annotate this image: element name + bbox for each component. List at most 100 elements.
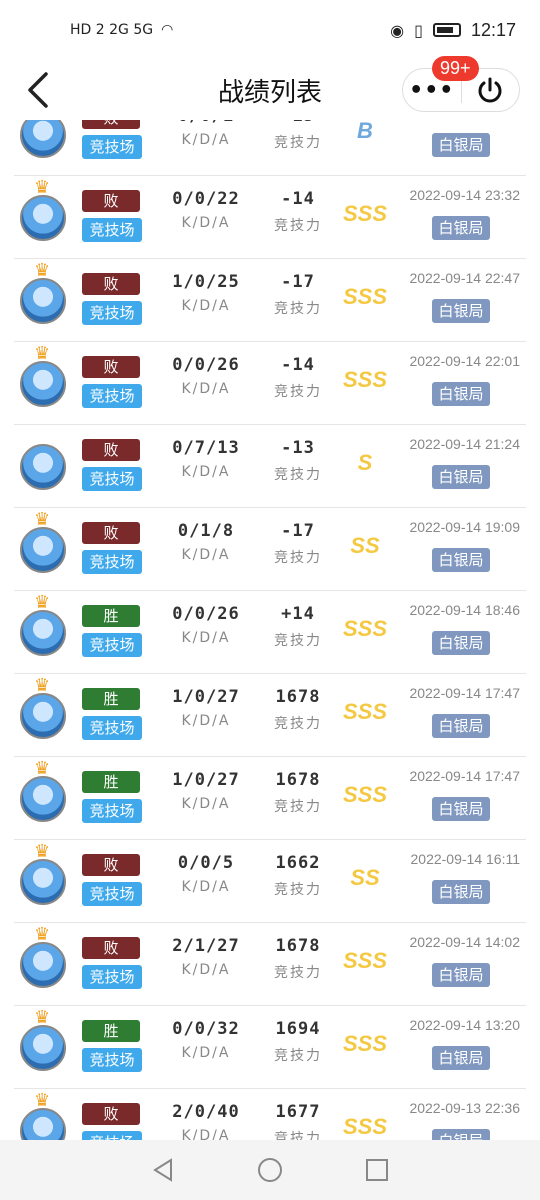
score-value: -14: [281, 189, 315, 209]
grade-badge: SSS: [342, 616, 388, 641]
score-value: 1678: [275, 770, 321, 790]
network-indicators-text: HD 2 2G 5G: [70, 22, 154, 38]
score-label: 竞技力: [274, 550, 322, 566]
match-row[interactable]: ♛ 胜竞技场 1/0/27 K/D/A 1678 竞技力 SSS 2022-09-14 17:…: [14, 756, 526, 840]
result-tag: 胜: [82, 688, 140, 710]
rank-tag: 白银局: [432, 714, 490, 738]
result-tag: 败: [82, 273, 140, 295]
match-date: 2022-09-14 13:20: [409, 1017, 520, 1033]
result-tag: 败: [82, 522, 140, 544]
kda-value: 2/1/27: [172, 936, 240, 956]
kda-value: 0/0/32: [172, 1019, 240, 1039]
match-row[interactable]: 败竞技场0/0/1K/D/A-15竞技力B2022-09-14 23:51白银局: [14, 120, 526, 176]
nav-recents-button[interactable]: [357, 1150, 397, 1190]
nav-home-button[interactable]: [250, 1150, 290, 1190]
power-icon: [478, 77, 502, 103]
rank-tag: 白银局: [432, 880, 490, 904]
rank-tag: 白银局: [432, 963, 490, 987]
score-label: 竞技力: [274, 633, 322, 649]
kda-label: K/D/A: [181, 132, 231, 148]
system-nav-bar: [0, 1140, 540, 1200]
score-value: 1694: [275, 1019, 321, 1039]
match-row[interactable]: ♛ 败竞技场 0/0/22 K/D/A -14 竞技力 SSS 2022-09-14 23:3…: [14, 175, 526, 259]
kda-value: 0/0/1: [164, 120, 248, 126]
kda-value: 0/0/26: [172, 355, 240, 375]
kda-value: 0/0/5: [177, 853, 235, 873]
grade-badge: S: [357, 450, 373, 475]
avatar: [20, 195, 66, 241]
crown-icon: ♛: [34, 675, 51, 696]
score-value: -15: [258, 120, 338, 126]
crown-icon: ♛: [34, 758, 51, 779]
rank-tag: 白银局: [432, 1046, 490, 1070]
crown-icon: ♛: [34, 509, 51, 530]
match-row[interactable]: ♛ 败竞技场 1/0/25 K/D/A -17 竞技力 SSS 2022-09-14 22:4…: [14, 258, 526, 342]
page-header: 战绩列表 ••• 99+: [0, 56, 540, 120]
rank-tag: 白银局: [432, 382, 490, 406]
match-row[interactable]: ♛ 败竞技场 2/0/40 K/D/A 1677 竞技力 SSS 2022-09-13 22:…: [14, 1088, 526, 1140]
kda-label: K/D/A: [181, 962, 231, 978]
match-row[interactable]: ♛ 胜竞技场 0/0/32 K/D/A 1694 竞技力 SSS 2022-09-14 13:…: [14, 1005, 526, 1089]
kda-label: K/D/A: [181, 630, 231, 646]
match-row[interactable]: ♛ 胜竞技场 1/0/27 K/D/A 1678 竞技力 SSS 2022-09-14 17:…: [14, 673, 526, 757]
nav-back-button[interactable]: [143, 1150, 183, 1190]
kda-label: K/D/A: [181, 1128, 231, 1140]
match-row[interactable]: ♛ 败竞技场 2/1/27 K/D/A 1678 竞技力 SSS 2022-09-14 14:…: [14, 922, 526, 1006]
rank-tag: 白银局: [432, 548, 490, 572]
avatar: [20, 527, 66, 573]
score-value: 1678: [275, 687, 321, 707]
kda-value: 2/0/40: [172, 1102, 240, 1122]
mode-tag: 竞技场: [82, 135, 142, 159]
grade-badge: SSS: [342, 782, 388, 807]
score-label: 竞技力: [274, 965, 322, 981]
crown-icon: ♛: [34, 1090, 51, 1111]
status-right: ◉ ▯ 12:17: [390, 20, 516, 41]
avatar: [20, 610, 66, 656]
rank-tag: 白银局: [432, 465, 490, 489]
rank-tag: 白银局: [432, 631, 490, 655]
mode-tag: 竞技场: [82, 799, 142, 823]
score-value: -17: [281, 521, 315, 541]
result-tag: 胜: [82, 605, 140, 627]
kda-label: K/D/A: [181, 713, 231, 729]
mode-tag: 竞技场: [82, 218, 142, 242]
grade-badge: B: [357, 120, 373, 143]
result-tag: 败: [82, 937, 140, 959]
result-tag: 败: [82, 120, 140, 129]
rank-tag: 白银局: [432, 133, 490, 157]
result-tag: 败: [82, 439, 140, 461]
grade-badge: SSS: [342, 201, 388, 226]
crown-icon: ♛: [34, 592, 51, 613]
status-bar: HD 2 2G 5G ◠ ◉ ▯ 12:17: [0, 0, 540, 60]
result-tag: 胜: [82, 1020, 140, 1042]
crown-icon: ♛: [34, 260, 51, 281]
match-row[interactable]: ♛ 胜竞技场 0/0/26 K/D/A +14 竞技力 SSS 2022-09-14 18:4…: [14, 590, 526, 674]
kda-value: 0/0/22: [172, 189, 240, 209]
grade-badge: SSS: [342, 284, 388, 309]
mode-tag: 竞技场: [82, 633, 142, 657]
match-date: 2022-09-14 19:09: [409, 519, 520, 535]
result-tag: 败: [82, 356, 140, 378]
avatar: [20, 942, 66, 988]
score-label: 竞技力: [274, 799, 322, 815]
match-row[interactable]: ♛ 败竞技场 0/0/26 K/D/A -14 竞技力 SSS 2022-09-14 22:0…: [14, 341, 526, 425]
kda-value: 0/1/8: [177, 521, 235, 541]
score-value: +14: [281, 604, 315, 624]
mode-tag: 竞技场: [82, 1131, 142, 1140]
kda-label: K/D/A: [181, 215, 231, 231]
rank-tag: 白银局: [432, 216, 490, 240]
match-date: 2022-09-13 22:36: [409, 1100, 520, 1116]
mode-tag: 竞技场: [82, 550, 142, 574]
score-label: 竞技力: [274, 301, 322, 317]
score-value: -13: [281, 438, 315, 458]
match-list[interactable]: 败竞技场0/0/1K/D/A-15竞技力B2022-09-14 23:51白银局…: [0, 120, 540, 1140]
match-row[interactable]: 败竞技场 0/7/13 K/D/A -13 竞技力 S 2022-09-14 21:24 白银…: [14, 424, 526, 508]
match-row[interactable]: ♛ 败竞技场 0/1/8 K/D/A -17 竞技力 SS 2022-09-14 19:09 白…: [14, 507, 526, 591]
score-label: 竞技力: [274, 384, 322, 400]
kda-value: 1/0/27: [172, 770, 240, 790]
match-row[interactable]: ♛ 败竞技场 0/0/5 K/D/A 1662 竞技力 SS 2022-09-14 16:11…: [14, 839, 526, 923]
more-button[interactable]: •••: [403, 78, 461, 103]
wifi-icon: ◠: [161, 22, 174, 38]
kda-label: K/D/A: [181, 879, 231, 895]
match-date: 2022-09-14 22:01: [409, 353, 520, 369]
